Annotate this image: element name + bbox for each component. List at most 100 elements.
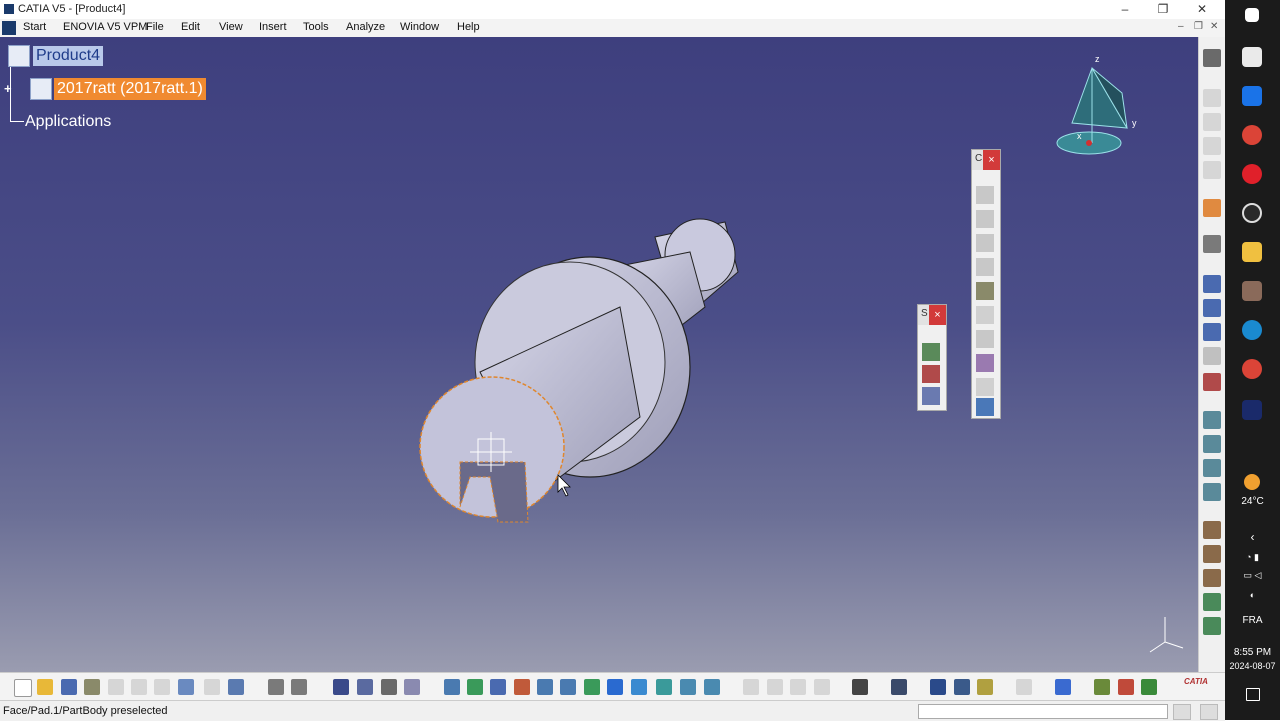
tool-icon[interactable]: [1203, 521, 1221, 539]
copy-icon[interactable]: [131, 679, 147, 695]
toolbar-close-button[interactable]: ×: [983, 150, 1000, 170]
tool-icon[interactable]: [1203, 411, 1221, 429]
tool-icon[interactable]: [1203, 235, 1221, 253]
floating-toolbar-2[interactable]: S ×: [917, 304, 947, 411]
pan-icon[interactable]: [467, 679, 483, 695]
menu-start[interactable]: Start: [23, 21, 46, 33]
menu-view[interactable]: View: [219, 21, 243, 33]
zoom-in-icon[interactable]: [537, 679, 553, 695]
edge-icon[interactable]: [1242, 320, 1262, 340]
network-icon[interactable]: ◔ ▮: [1225, 552, 1280, 563]
toolbar-close-button[interactable]: ×: [929, 305, 946, 325]
tool-icon[interactable]: [1118, 679, 1134, 695]
tool-icon[interactable]: [954, 679, 970, 695]
tool-icon[interactable]: [976, 330, 994, 348]
new-file-icon[interactable]: [14, 679, 32, 697]
select-cursor-icon[interactable]: [1203, 199, 1221, 217]
chrome-icon[interactable]: [1242, 359, 1262, 379]
notification-icon[interactable]: [1246, 688, 1260, 701]
battery-icon[interactable]: ▭ ◁: [1225, 570, 1280, 581]
tool-icon[interactable]: [976, 282, 994, 300]
tool-icon[interactable]: [1203, 435, 1221, 453]
tool-icon[interactable]: [1203, 137, 1221, 155]
tool-icon[interactable]: [1203, 617, 1221, 635]
tool-icon[interactable]: [891, 679, 907, 695]
chrome-icon[interactable]: [1242, 125, 1262, 145]
rotate-icon[interactable]: [514, 679, 530, 695]
print-icon[interactable]: [84, 679, 100, 695]
tool-icon[interactable]: [1203, 373, 1221, 391]
doc-restore-button[interactable]: ❐: [1194, 21, 1203, 32]
menu-window[interactable]: Window: [400, 21, 439, 33]
tool-icon[interactable]: [1141, 679, 1157, 695]
table-icon[interactable]: [333, 679, 349, 695]
menu-edit[interactable]: Edit: [181, 21, 200, 33]
doc-minimize-button[interactable]: –: [1178, 21, 1184, 32]
redo-icon[interactable]: [204, 679, 220, 695]
tool-icon[interactable]: [767, 679, 783, 695]
status-button[interactable]: [1173, 704, 1191, 720]
catia-taskbar-icon[interactable]: [1242, 400, 1262, 420]
3d-part-model[interactable]: [0, 37, 1198, 672]
tool-icon[interactable]: [1203, 483, 1221, 501]
undo-icon[interactable]: [178, 679, 194, 695]
tool-icon[interactable]: [922, 387, 940, 405]
tool-icon[interactable]: [381, 679, 397, 695]
menu-enovia[interactable]: ENOVIA V5 VPM: [63, 21, 147, 33]
minimize-button[interactable]: –: [1106, 1, 1144, 18]
iso-view-icon[interactable]: [631, 679, 647, 695]
normal-view-icon[interactable]: [584, 679, 600, 695]
shading-icon[interactable]: [656, 679, 672, 695]
comment-icon[interactable]: [291, 679, 307, 695]
compass-widget[interactable]: z y x: [1052, 53, 1142, 163]
menu-file[interactable]: File: [146, 21, 164, 33]
tool-icon[interactable]: [976, 234, 994, 252]
fit-all-icon[interactable]: [444, 679, 460, 695]
menu-tools[interactable]: Tools: [303, 21, 329, 33]
tool-icon[interactable]: [1203, 459, 1221, 477]
zoom-out-icon[interactable]: [560, 679, 576, 695]
tool-icon[interactable]: [790, 679, 806, 695]
opera-icon[interactable]: [1242, 164, 1262, 184]
speaker-icon[interactable]: ◐: [1225, 590, 1280, 600]
file-explorer-icon[interactable]: [1242, 242, 1262, 262]
update-icon[interactable]: [1016, 679, 1032, 695]
move-icon[interactable]: [490, 679, 506, 695]
windows-start-icon[interactable]: [1245, 8, 1259, 22]
tool-icon[interactable]: [743, 679, 759, 695]
tool-icon[interactable]: [357, 679, 373, 695]
cut-icon[interactable]: [108, 679, 124, 695]
weather-temperature[interactable]: 24°C: [1225, 496, 1280, 507]
tool-icon[interactable]: [930, 679, 946, 695]
doc-close-button[interactable]: ✕: [1210, 21, 1218, 32]
restore-button[interactable]: ❐: [1144, 1, 1182, 18]
multi-view-icon[interactable]: [607, 679, 623, 695]
tool-icon[interactable]: [976, 354, 994, 372]
swap-space-icon[interactable]: [704, 679, 720, 695]
open-file-icon[interactable]: [37, 679, 53, 695]
menu-analyze[interactable]: Analyze: [346, 21, 385, 33]
save-icon[interactable]: [61, 679, 77, 695]
hide-show-icon[interactable]: [680, 679, 696, 695]
app-icon[interactable]: [1242, 281, 1262, 301]
tool-icon[interactable]: [1203, 275, 1221, 293]
tool-icon[interactable]: [976, 398, 994, 416]
tool-icon[interactable]: [1203, 323, 1221, 341]
tool-icon[interactable]: [1203, 545, 1221, 563]
tool-icon[interactable]: [976, 378, 994, 396]
chevron-left-icon[interactable]: ‹: [1225, 530, 1280, 544]
3d-viewport[interactable]: Product4 + 2017ratt (2017ratt.1) Applica…: [0, 37, 1198, 672]
toolbar-header[interactable]: S ×: [918, 305, 946, 325]
tool-icon[interactable]: [1203, 161, 1221, 179]
tool-icon[interactable]: [1203, 299, 1221, 317]
paste-icon[interactable]: [154, 679, 170, 695]
tool-icon[interactable]: [1203, 113, 1221, 131]
tool-icon[interactable]: [1055, 679, 1071, 695]
tool-icon[interactable]: [976, 186, 994, 204]
floating-toolbar-1[interactable]: C ×: [971, 149, 1001, 419]
tool-icon[interactable]: [404, 679, 420, 695]
clock-time[interactable]: 8:55 PM: [1225, 647, 1280, 658]
tool-icon[interactable]: [1203, 569, 1221, 587]
tool-icon[interactable]: [976, 306, 994, 324]
help-icon[interactable]: [228, 679, 244, 695]
